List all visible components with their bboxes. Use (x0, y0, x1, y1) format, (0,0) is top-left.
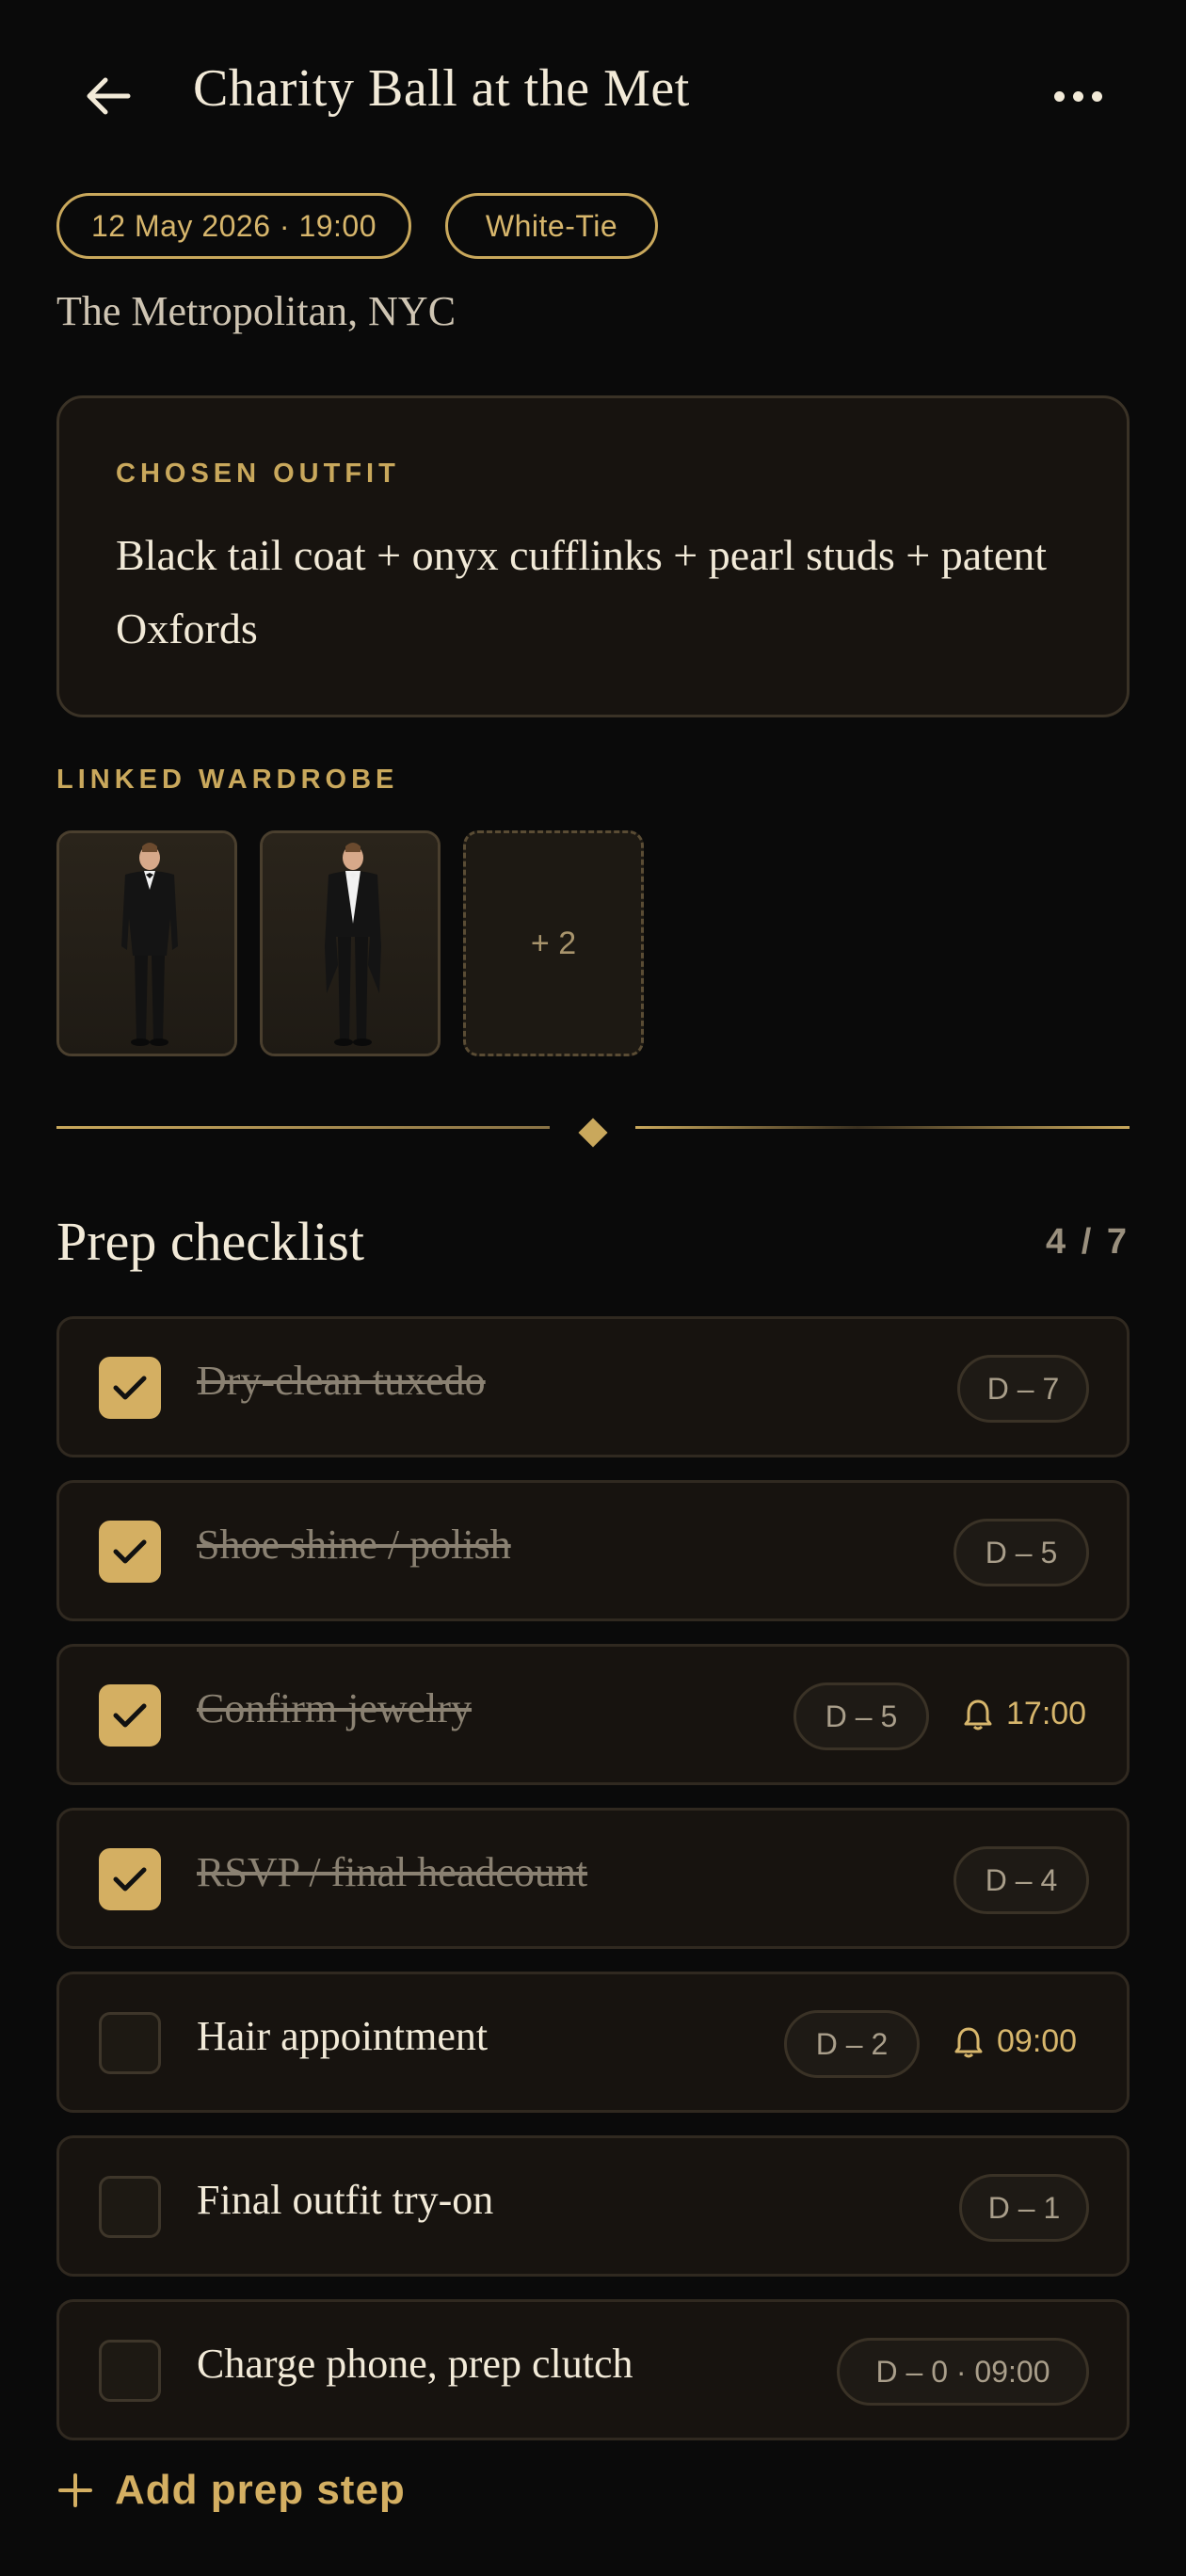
back-button[interactable] (75, 68, 141, 124)
divider-left (56, 1126, 550, 1129)
dress-code-pill[interactable]: White-Tie (445, 193, 658, 259)
checkbox-unchecked[interactable] (99, 2176, 161, 2238)
due-badge: D – 2 (784, 2010, 920, 2078)
checkbox-checked[interactable] (99, 1684, 161, 1747)
linked-wardrobe-label: LINKED WARDROBE (56, 765, 399, 795)
item-label: RSVP / final headcount (197, 1849, 588, 1895)
tuxedo-image (59, 833, 234, 1054)
checklist-item[interactable]: Dry-clean tuxedo D – 7 (56, 1316, 1130, 1457)
checklist-item[interactable]: Confirm jewelry D – 5 17:00 (56, 1644, 1130, 1785)
plus-icon (58, 2473, 92, 2507)
checklist-item[interactable]: Final outfit try-on D – 1 (56, 2135, 1130, 2277)
reminder[interactable]: 09:00 (954, 2023, 1077, 2060)
checkbox-checked[interactable] (99, 1357, 161, 1419)
wardrobe-thumb-tuxedo[interactable] (56, 830, 237, 1056)
wardrobe-thumb-tailcoat[interactable] (260, 830, 441, 1056)
more-options-button[interactable] (1045, 75, 1111, 117)
bell-icon (954, 2027, 983, 2057)
chosen-outfit-label: CHOSEN OUTFIT (116, 459, 400, 489)
checkbox-unchecked[interactable] (99, 2012, 161, 2074)
checklist-title: Prep checklist (56, 1211, 364, 1272)
due-badge: D – 0 · 09:00 (837, 2338, 1089, 2406)
due-badge: D – 7 (957, 1355, 1089, 1423)
checkbox-unchecked[interactable] (99, 2340, 161, 2402)
divider-right (635, 1126, 1130, 1129)
due-badge: D – 5 (793, 1682, 929, 1750)
checklist-item[interactable]: RSVP / final headcount D – 4 (56, 1808, 1130, 1949)
arrow-left-icon (87, 77, 131, 115)
due-badge: D – 5 (954, 1519, 1089, 1586)
add-prep-step-label: Add prep step (115, 2467, 406, 2513)
reminder[interactable]: 17:00 (963, 1696, 1086, 1732)
reminder-time: 17:00 (1006, 1696, 1087, 1731)
chosen-outfit-card[interactable]: CHOSEN OUTFIT Black tail coat + onyx cuf… (56, 395, 1130, 717)
checklist-count: 4 / 7 (1046, 1222, 1130, 1262)
venue-text: The Metropolitan, NYC (56, 288, 457, 334)
chosen-outfit-text: Black tail coat + onyx cufflinks + pearl… (116, 531, 1048, 652)
checkmark-icon (113, 1539, 147, 1564)
checklist-item[interactable]: Hair appointment D – 2 09:00 (56, 1972, 1130, 2113)
checkmark-icon (113, 1376, 147, 1400)
due-badge: D – 4 (954, 1846, 1089, 1914)
checkbox-checked[interactable] (99, 1848, 161, 1910)
divider-diamond-icon (578, 1118, 608, 1148)
checkmark-icon (113, 1867, 147, 1892)
reminder-time: 09:00 (997, 2023, 1078, 2059)
add-prep-step-button[interactable]: Add prep step (56, 2467, 406, 2514)
item-label: Hair appointment (197, 2013, 489, 2059)
checkmark-icon (113, 1703, 147, 1728)
item-label: Dry-clean tuxedo (197, 1358, 486, 1404)
page-title: Charity Ball at the Met (193, 59, 690, 118)
top-bar: Charity Ball at the Met (0, 0, 1186, 188)
checklist-item[interactable]: Shoe shine / polish D – 5 (56, 1480, 1130, 1621)
checklist-item[interactable]: Charge phone, prep clutch D – 0 · 09:00 (56, 2299, 1130, 2440)
date-time-pill[interactable]: 12 May 2026 · 19:00 (56, 193, 411, 259)
more-icon (1053, 90, 1065, 102)
tailcoat-image (263, 833, 438, 1054)
due-badge: D – 1 (959, 2174, 1089, 2242)
item-label: Charge phone, prep clutch (197, 2341, 633, 2387)
checkbox-checked[interactable] (99, 1521, 161, 1583)
item-label: Confirm jewelry (197, 1685, 473, 1731)
wardrobe-more-button[interactable]: + 2 (463, 830, 644, 1056)
item-label: Shoe shine / polish (197, 1521, 511, 1568)
item-label: Final outfit try-on (197, 2177, 494, 2223)
bell-icon (964, 1699, 992, 1730)
